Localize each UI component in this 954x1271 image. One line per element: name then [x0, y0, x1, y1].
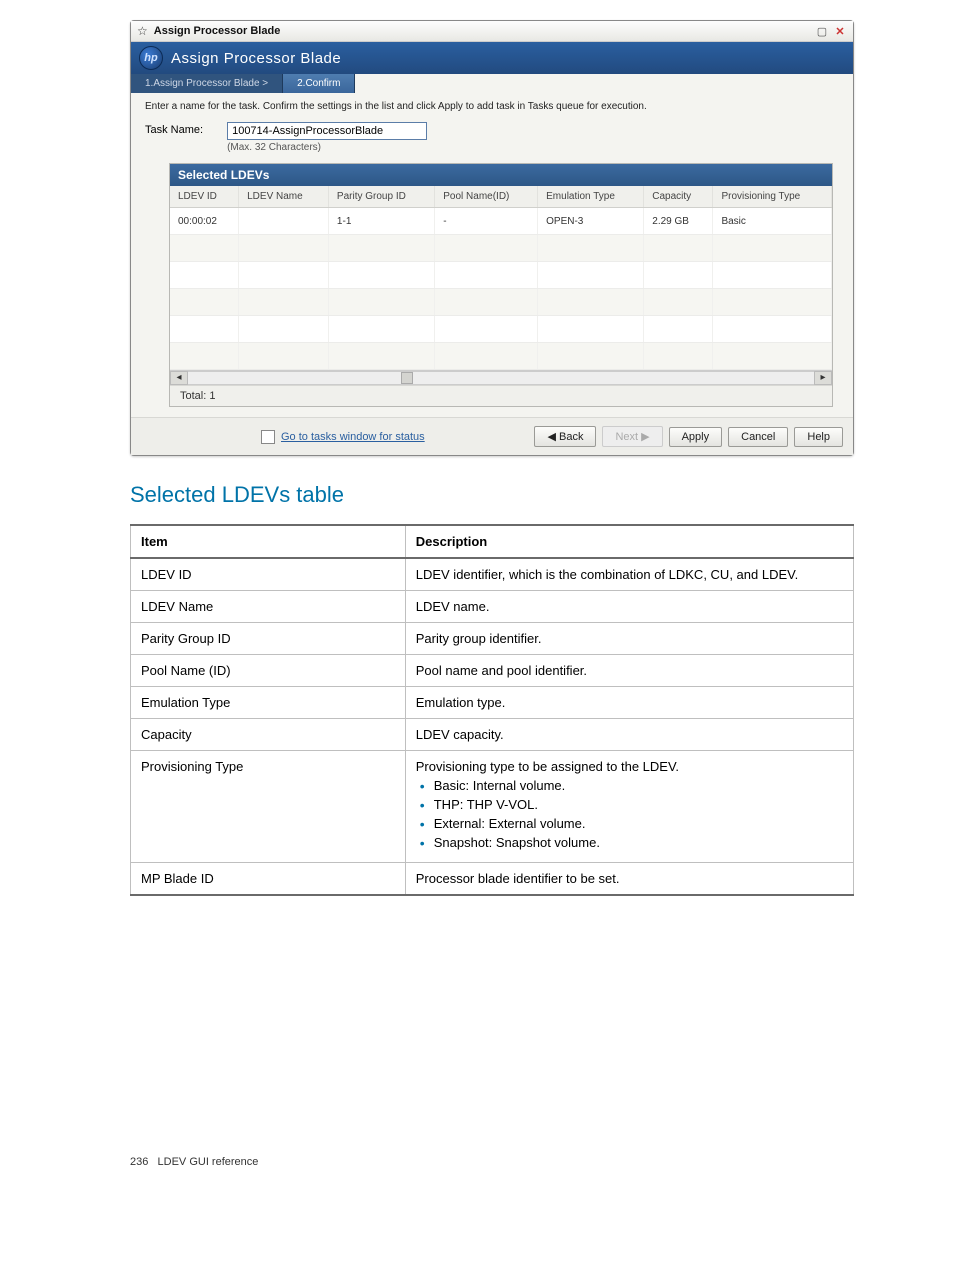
- desc-text: LDEV capacity.: [405, 719, 853, 751]
- desc-item: Provisioning Type: [131, 751, 406, 863]
- desc-text: Parity group identifier.: [405, 623, 853, 655]
- scroll-thumb[interactable]: [401, 372, 413, 384]
- col-provisioning-type[interactable]: Provisioning Type: [713, 186, 832, 208]
- cell-ldev-name: [239, 208, 329, 235]
- desc-row: LDEV Name LDEV name.: [131, 591, 854, 623]
- cell-parity-group-id: 1-1: [328, 208, 434, 235]
- cancel-button[interactable]: Cancel: [728, 427, 788, 447]
- desc-text: Emulation type.: [405, 687, 853, 719]
- button-bar: Go to tasks window for status ◀ Back Nex…: [131, 417, 853, 455]
- help-button[interactable]: Help: [794, 427, 843, 447]
- table-row[interactable]: 00:00:02 1-1 - OPEN-3 2.29 GB Basic: [170, 208, 832, 235]
- page-number: 236: [130, 1156, 148, 1168]
- selected-ldevs-title: Selected LDEVs: [170, 164, 832, 186]
- task-name-hint: (Max. 32 Characters): [227, 142, 427, 153]
- col-emulation-type[interactable]: Emulation Type: [538, 186, 644, 208]
- col-ldev-name[interactable]: LDEV Name: [239, 186, 329, 208]
- cell-ldev-id: 00:00:02: [170, 208, 239, 235]
- table-row: [170, 235, 832, 262]
- go-to-tasks-checkbox[interactable]: [261, 430, 275, 444]
- desc-text: Provisioning type to be assigned to the …: [416, 759, 679, 774]
- description-table: Item Description LDEV ID LDEV identifier…: [130, 524, 854, 896]
- step-confirm[interactable]: 2.Confirm: [283, 74, 355, 93]
- go-to-tasks-link[interactable]: Go to tasks window for status: [281, 431, 425, 443]
- wizard-title: Assign Processor Blade: [171, 50, 341, 67]
- col-pool-name-id[interactable]: Pool Name(ID): [435, 186, 538, 208]
- window-titlebar: ☆ Assign Processor Blade ▢ ✕: [131, 21, 853, 42]
- desc-header-item: Item: [131, 525, 406, 558]
- back-button[interactable]: ◀ Back: [534, 426, 596, 447]
- list-item: External: External volume.: [434, 816, 843, 831]
- desc-item: Pool Name (ID): [131, 655, 406, 687]
- task-name-label: Task Name:: [145, 122, 203, 136]
- desc-row: MP Blade ID Processor blade identifier t…: [131, 863, 854, 896]
- desc-row: Emulation Type Emulation type.: [131, 687, 854, 719]
- desc-row: Pool Name (ID) Pool name and pool identi…: [131, 655, 854, 687]
- desc-row: Capacity LDEV capacity.: [131, 719, 854, 751]
- list-item: Basic: Internal volume.: [434, 778, 843, 793]
- col-ldev-id[interactable]: LDEV ID: [170, 186, 239, 208]
- desc-header-description: Description: [405, 525, 853, 558]
- apply-button[interactable]: Apply: [669, 427, 723, 447]
- list-item: Snapshot: Snapshot volume.: [434, 835, 843, 850]
- collapse-icon[interactable]: ☆: [137, 24, 148, 38]
- desc-row: Parity Group ID Parity group identifier.: [131, 623, 854, 655]
- table-row: [170, 316, 832, 343]
- desc-row: LDEV ID LDEV identifier, which is the co…: [131, 558, 854, 591]
- instruction-text: Enter a name for the task. Confirm the s…: [145, 101, 839, 112]
- cell-provisioning-type: Basic: [713, 208, 832, 235]
- table-header-row: LDEV ID LDEV Name Parity Group ID Pool N…: [170, 186, 832, 208]
- window-title: Assign Processor Blade: [154, 25, 811, 37]
- desc-item: LDEV ID: [131, 558, 406, 591]
- cell-capacity: 2.29 GB: [644, 208, 713, 235]
- maximize-icon[interactable]: ▢: [815, 25, 829, 37]
- selected-ldevs-table: LDEV ID LDEV Name Parity Group ID Pool N…: [170, 186, 832, 370]
- task-name-input[interactable]: [227, 122, 427, 140]
- provisioning-type-list: Basic: Internal volume. THP: THP V-VOL. …: [416, 778, 843, 850]
- horizontal-scrollbar[interactable]: ◂ ▸: [170, 370, 832, 385]
- desc-text: LDEV name.: [405, 591, 853, 623]
- footer-section: LDEV GUI reference: [158, 1156, 259, 1168]
- step-bar: 1.Assign Processor Blade > 2.Confirm: [131, 74, 853, 93]
- wizard-header: hp Assign Processor Blade: [131, 42, 853, 74]
- selected-ldevs-block: Selected LDEVs LDEV ID LDEV Name Parity …: [169, 163, 833, 407]
- table-row: [170, 262, 832, 289]
- section-title: Selected LDEVs table: [130, 482, 854, 508]
- wizard-panel: ☆ Assign Processor Blade ▢ ✕ hp Assign P…: [130, 20, 854, 456]
- total-row: Total: 1: [170, 385, 832, 406]
- step-assign-processor-blade[interactable]: 1.Assign Processor Blade >: [131, 74, 283, 93]
- col-capacity[interactable]: Capacity: [644, 186, 713, 208]
- desc-item: LDEV Name: [131, 591, 406, 623]
- scroll-left-icon[interactable]: ◂: [170, 371, 188, 385]
- cell-pool-name-id: -: [435, 208, 538, 235]
- desc-item: Capacity: [131, 719, 406, 751]
- close-icon[interactable]: ✕: [833, 25, 847, 37]
- hp-logo-icon: hp: [139, 46, 163, 70]
- list-item: THP: THP V-VOL.: [434, 797, 843, 812]
- table-row: [170, 289, 832, 316]
- desc-item: Parity Group ID: [131, 623, 406, 655]
- scroll-track[interactable]: [188, 371, 814, 385]
- col-parity-group-id[interactable]: Parity Group ID: [328, 186, 434, 208]
- cell-emulation-type: OPEN-3: [538, 208, 644, 235]
- desc-text: Processor blade identifier to be set.: [405, 863, 853, 896]
- task-name-row: Task Name: (Max. 32 Characters): [145, 122, 839, 153]
- desc-cell: Provisioning type to be assigned to the …: [405, 751, 853, 863]
- page-footer: 236 LDEV GUI reference: [130, 1156, 854, 1168]
- desc-item: MP Blade ID: [131, 863, 406, 896]
- desc-item: Emulation Type: [131, 687, 406, 719]
- next-button: Next ▶: [602, 426, 662, 447]
- desc-row: Provisioning Type Provisioning type to b…: [131, 751, 854, 863]
- desc-text: Pool name and pool identifier.: [405, 655, 853, 687]
- scroll-right-icon[interactable]: ▸: [814, 371, 832, 385]
- table-row: [170, 343, 832, 370]
- desc-text: LDEV identifier, which is the combinatio…: [405, 558, 853, 591]
